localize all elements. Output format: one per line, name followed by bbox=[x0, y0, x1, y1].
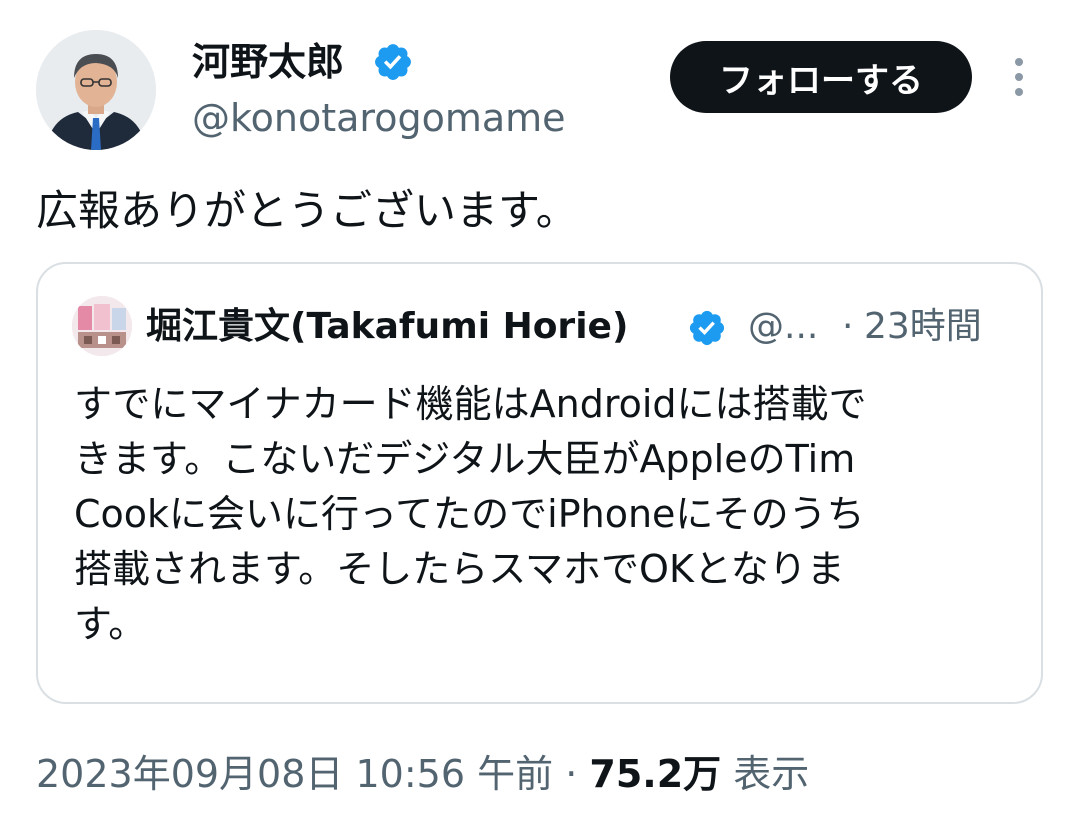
quoted-text-line: きます。こないだデジタル大臣がAppleのTim bbox=[74, 437, 856, 481]
author-display-name[interactable]: 河野太郎 bbox=[192, 38, 344, 86]
tweet-timestamp[interactable]: 2023年09月08日 10:56 午前 bbox=[36, 752, 553, 796]
quoted-text-line: す。 bbox=[74, 602, 147, 646]
quoted-text-line: 搭載されます。そしたらスマホでOKとなりま bbox=[74, 547, 845, 591]
quoted-author-handle[interactable]: @... bbox=[748, 305, 818, 349]
tweet-text: 広報ありがとうございます。 bbox=[36, 186, 578, 235]
verified-badge-icon bbox=[372, 41, 414, 83]
quoted-tweet-text: すでにマイナカード機能はAndroidには搭載で きます。こないだデジタル大臣が… bbox=[74, 377, 984, 652]
quoted-author-avatar-image bbox=[72, 296, 132, 356]
meta-separator: · bbox=[565, 752, 578, 796]
quoted-meta-separator: · bbox=[842, 306, 854, 347]
more-vertical-icon[interactable] bbox=[1004, 54, 1034, 104]
views-count: 75.2万 bbox=[589, 752, 722, 796]
views-label: 表示 bbox=[733, 752, 810, 796]
quoted-tweet-time[interactable]: 23時間 bbox=[864, 305, 982, 349]
author-avatar[interactable] bbox=[36, 30, 156, 150]
quoted-text-line: Cookに会いに行ってたのでiPhoneにそのうち bbox=[74, 492, 865, 536]
author-avatar-image bbox=[36, 30, 156, 150]
tweet-meta: 2023年09月08日 10:56 午前 · 75.2万 表示 bbox=[36, 750, 809, 798]
quoted-author-avatar[interactable] bbox=[72, 296, 132, 356]
quoted-author-name[interactable]: 堀江貴文(Takafumi Horie) bbox=[146, 305, 628, 349]
quoted-verified-badge-icon bbox=[687, 308, 727, 348]
quoted-text-line: すでにマイナカード機能はAndroidには搭載で bbox=[74, 382, 867, 426]
follow-button[interactable]: フォローする bbox=[670, 41, 972, 113]
author-handle[interactable]: @konotarogomame bbox=[192, 94, 566, 142]
